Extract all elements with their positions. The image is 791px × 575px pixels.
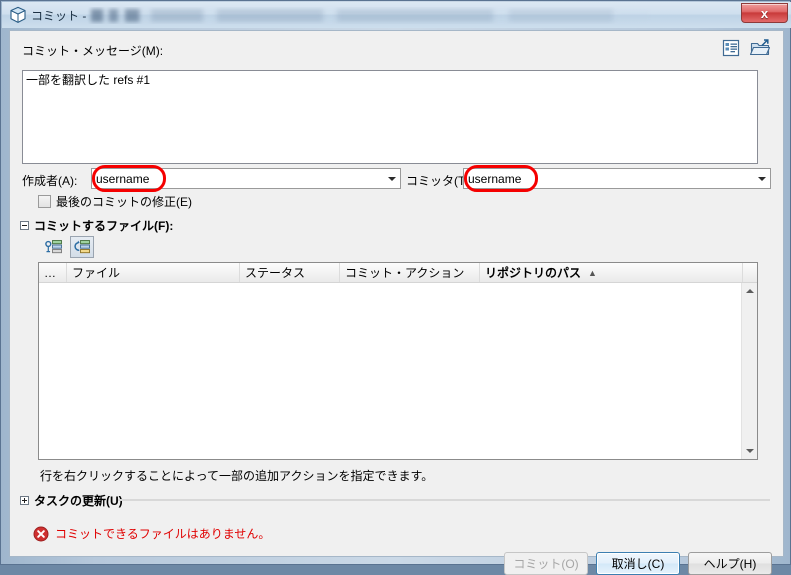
- column-label: リポジトリのパス: [485, 266, 582, 280]
- author-value: username: [96, 171, 150, 186]
- author-label: 作成者(A):: [22, 174, 78, 188]
- commit-dialog-window: コミット - x コミット・メッセージ(M): 一部を翻訳した refs #1 …: [0, 0, 791, 575]
- column-header-file[interactable]: ファイル: [67, 263, 240, 282]
- task-group-divider: [118, 499, 770, 501]
- commit-button[interactable]: コミット(O): [504, 552, 588, 575]
- commit-message-label: コミット・メッセージ(M):: [22, 44, 164, 58]
- title-bar: コミット - x: [2, 2, 791, 28]
- open-folder-icon[interactable]: [749, 37, 771, 59]
- amend-checkbox[interactable]: [38, 195, 51, 208]
- author-combobox[interactable]: username: [91, 168, 401, 189]
- context-menu-hint: 行を右クリックすることによって一部の追加アクションを指定できます。: [40, 469, 434, 483]
- files-group-header[interactable]: コミットするファイル(F):: [20, 217, 173, 234]
- column-header-commit-action[interactable]: コミット・アクション: [340, 263, 480, 282]
- cancel-button-label: 取消し(C): [611, 557, 665, 571]
- amend-label: 最後のコミットの修正(E): [56, 195, 192, 209]
- files-table[interactable]: … ファイル ステータス コミット・アクション リポジトリのパス ▲: [38, 262, 758, 460]
- refresh-files-icon-button[interactable]: [70, 236, 94, 258]
- files-group-title: コミットするファイル(F):: [34, 219, 174, 233]
- dialog-client-area: コミット・メッセージ(M): 一部を翻訳した refs #1 作成者(A): u…: [9, 30, 784, 575]
- close-icon: x: [760, 5, 769, 21]
- column-header-repository-path[interactable]: リポジトリのパス ▲: [480, 263, 743, 282]
- refresh-files-icon: [74, 240, 90, 254]
- dialog-button-bar: コミット(O) 取消し(C) ヘルプ(H): [504, 552, 772, 575]
- column-label: …: [44, 265, 56, 280]
- files-table-scrollbar[interactable]: [741, 283, 757, 459]
- files-table-header: … ファイル ステータス コミット・アクション リポジトリのパス ▲: [39, 263, 757, 283]
- expand-plus-icon[interactable]: [20, 496, 29, 505]
- column-header-status[interactable]: ステータス: [240, 263, 340, 282]
- show-unversioned-icon: [45, 240, 62, 254]
- error-icon: [33, 526, 49, 541]
- commit-message-input[interactable]: 一部を翻訳した refs #1: [22, 70, 758, 164]
- commit-button-label: コミット(O): [513, 557, 579, 571]
- status-message-row: コミットできるファイルはありません。: [33, 525, 270, 542]
- show-unversioned-icon-button[interactable]: [42, 236, 66, 258]
- scroll-up-icon[interactable]: [742, 283, 757, 299]
- sort-ascending-icon: ▲: [588, 267, 597, 278]
- column-label: コミット・アクション: [345, 266, 465, 280]
- status-message-text: コミットできるファイルはありません。: [55, 527, 271, 541]
- scroll-down-icon[interactable]: [742, 443, 757, 459]
- files-toolbar: [42, 236, 94, 258]
- column-header-icon[interactable]: …: [39, 263, 67, 282]
- window-title: コミット -: [31, 7, 652, 24]
- amend-checkbox-row[interactable]: 最後のコミットの修正(E): [38, 193, 192, 210]
- column-label: ステータス: [245, 266, 306, 280]
- window-title-prefix: コミット -: [31, 8, 87, 23]
- chevron-down-icon[interactable]: [383, 169, 400, 188]
- files-table-body[interactable]: [39, 283, 757, 459]
- help-button[interactable]: ヘルプ(H): [688, 552, 772, 575]
- commit-template-icon[interactable]: [720, 37, 742, 59]
- task-group-title: タスクの更新(U): [34, 494, 123, 508]
- help-button-label: ヘルプ(H): [703, 557, 757, 571]
- message-toolbar: [720, 37, 771, 59]
- package-icon: [10, 6, 26, 23]
- window-title-redacted: [91, 8, 652, 22]
- collapse-minus-icon[interactable]: [20, 221, 29, 230]
- close-button[interactable]: x: [741, 3, 788, 23]
- task-group-header[interactable]: タスクの更新(U): [20, 492, 123, 509]
- chevron-down-icon[interactable]: [753, 169, 770, 188]
- commit-message-text: 一部を翻訳した refs #1: [26, 73, 151, 87]
- column-label: ファイル: [72, 266, 121, 280]
- committer-combobox[interactable]: username: [463, 168, 771, 189]
- committer-value: username: [468, 171, 522, 186]
- cancel-button[interactable]: 取消し(C): [596, 552, 680, 575]
